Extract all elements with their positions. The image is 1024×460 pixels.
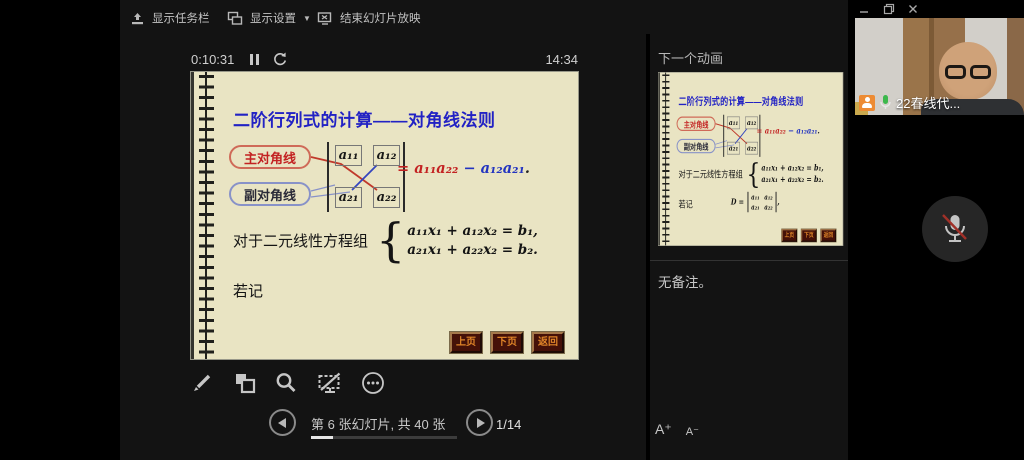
page-indicator: 1/14 (496, 417, 521, 432)
font-decrease-button[interactable]: A⁻ (686, 425, 699, 438)
matrix-a12: a₁₂ (373, 145, 400, 166)
participant-name: 22春线代... (896, 93, 960, 112)
determinant-matrix: a₁₁ a₁₂ a₂₁ a₂₂ (327, 142, 405, 212)
main-diagonal-label: 主对角线 (229, 145, 311, 169)
thumb-d-definition: D = a₁₁ a₁₂ a₂₁ a₂₂ , (731, 192, 780, 212)
elapsed-timer: 0:10:31 (191, 52, 234, 67)
formula-negative-term: − a₁₂a₂₁ (458, 160, 524, 177)
host-badge-icon (859, 95, 875, 111)
determinant-formula: = a₁₁a₂₂ − a₁₂a₂₁. (397, 160, 530, 177)
show-taskbar-label: 显示任务栏 (152, 10, 210, 26)
slide-title: 二阶行列式的计算——对角线法则 (233, 106, 496, 131)
formula-period: . (525, 160, 530, 177)
font-increase-button[interactable]: A⁺ (655, 421, 672, 438)
equation-1: a₁₁x₁ + a₁₂x₂ = b₁, (407, 223, 538, 239)
spiral-spine (205, 72, 207, 359)
right-arrow-icon (477, 418, 485, 428)
slide-nav-buttons: 上页 下页 返回 (450, 332, 564, 353)
display-settings-button[interactable]: 显示设置 ▼ (227, 8, 311, 28)
more-options-button[interactable] (360, 370, 386, 396)
screen-annotate-button[interactable] (317, 370, 343, 396)
notes-font-controls: A⁺ A⁻ (655, 421, 699, 438)
system-brace: { (376, 218, 405, 262)
slide-back-button[interactable]: 返回 (532, 332, 564, 353)
app-window: 显示任务栏 显示设置 ▼ 结束幻灯片放映 0:10:31 14:34 (0, 0, 1024, 460)
chevron-down-icon: ▼ (303, 14, 311, 23)
microphone-muted-icon (938, 211, 972, 247)
show-taskbar-button[interactable]: 显示任务栏 (130, 8, 210, 28)
notes-text: 无备注。 (658, 271, 712, 291)
secondary-diagonal-label: 副对角线 (229, 182, 311, 206)
note-label: 若记 (233, 280, 263, 301)
slide-canvas[interactable]: 二阶行列式的计算——对角线法则 主对角线 副对角线 a₁₁ a₁₂ a₂₁ a₂… (190, 71, 579, 360)
linear-system: 对于二元线性方程组 { a₁₁x₁ + a₁₂x₂ = b₁, a₂₁x₁ + … (233, 218, 538, 262)
spiral-binding (191, 72, 217, 359)
next-animation-header: 下一个动画 (658, 48, 723, 67)
system-label: 对于二元线性方程组 (233, 230, 368, 251)
slide-progress-bar (311, 436, 457, 439)
notes-divider (650, 260, 848, 261)
taskbar-icon (130, 11, 145, 26)
thumb-slide-title: 二阶行列式的计算——对角线法则 (678, 93, 803, 108)
minimize-button[interactable] (858, 3, 870, 15)
display-settings-icon (227, 11, 243, 26)
next-animation-thumbnail[interactable]: 二阶行列式的计算——对角线法则 主对角线 副对角线 a₁₁ a₁₂ a₂₁ a₂… (658, 72, 844, 247)
thumbnail-slide: 二阶行列式的计算——对角线法则 主对角线 副对角线 a₁₁ a₁₂ a₂₁ a₂… (658, 72, 843, 246)
glasses (945, 65, 991, 79)
panel-divider (646, 34, 650, 460)
next-slide-button[interactable] (466, 409, 493, 436)
close-window-button[interactable] (907, 3, 919, 15)
slide-next-button[interactable]: 下页 (491, 332, 523, 353)
end-slideshow-icon (317, 11, 333, 26)
matrix-a11: a₁₁ (335, 145, 362, 166)
active-mic-icon (879, 94, 892, 111)
matrix-a21: a₂₁ (335, 187, 362, 208)
clock-time: 14:34 (540, 52, 578, 67)
slide-prev-button[interactable]: 上页 (450, 332, 482, 353)
display-settings-label: 显示设置 (250, 10, 296, 26)
restore-window-button[interactable] (883, 3, 895, 15)
end-slideshow-label: 结束幻灯片放映 (340, 10, 421, 26)
left-arrow-icon (278, 418, 286, 428)
previous-slide-button[interactable] (269, 409, 296, 436)
pen-tool-button[interactable] (189, 370, 215, 396)
formula-positive-term: = a₁₁a₂₂ (397, 160, 458, 177)
restart-timer-button[interactable] (272, 51, 288, 67)
slide-progress-fill (311, 436, 333, 439)
end-slideshow-button[interactable]: 结束幻灯片放映 (317, 8, 421, 28)
equation-2: a₂₁x₁ + a₂₂x₂ = b₂. (407, 242, 538, 258)
participant-video[interactable]: 22春线代... (855, 18, 1024, 115)
matrix-a22: a₂₂ (373, 187, 400, 208)
microphone-muted-button[interactable] (922, 196, 988, 262)
slide-status: 第 6 张幻灯片, 共 40 张 (311, 414, 445, 433)
diagonal-rule-diagram: 主对角线 副对角线 a₁₁ a₁₂ a₂₁ a₂₂ (229, 142, 574, 212)
participant-overlay: 22春线代... (859, 93, 960, 112)
magnifier-button[interactable] (273, 370, 299, 396)
pause-timer-button[interactable] (250, 54, 259, 65)
slide-sorter-button[interactable] (232, 370, 258, 396)
